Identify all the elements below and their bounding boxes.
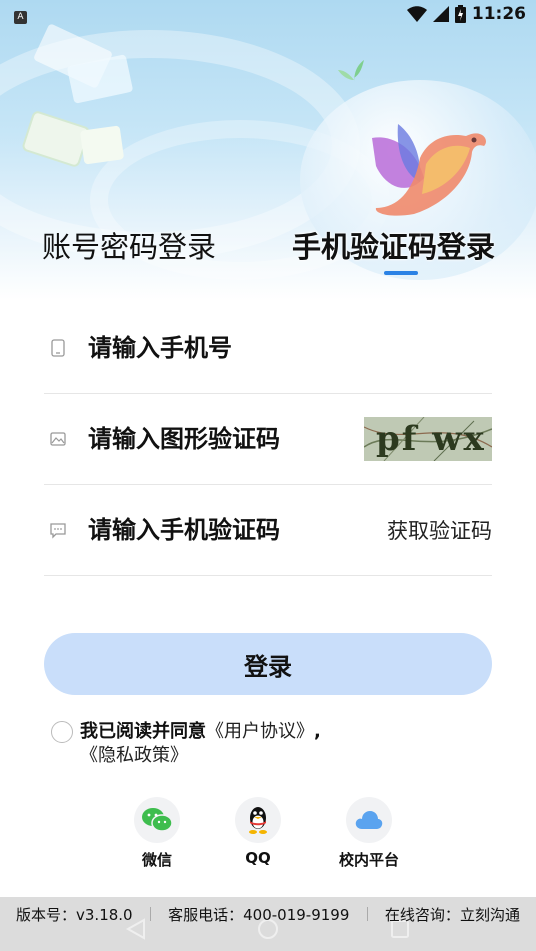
tab-phone-login[interactable]: 手机验证码登录 — [292, 224, 495, 266]
wechat-label: 微信 — [141, 851, 172, 869]
agreement-text: 我已阅读并同意《用户协议》, 《隐私政策》 — [80, 720, 420, 768]
signal-icon — [432, 6, 449, 22]
get-code-button[interactable]: 获取验证码 — [387, 515, 492, 545]
wechat-login-button[interactable]: 微信 — [117, 797, 197, 870]
campus-platform-login-button[interactable]: 校内平台 — [329, 797, 409, 870]
footer-divider — [149, 907, 151, 921]
captcha-input[interactable] — [88, 420, 378, 457]
phone-row — [44, 302, 492, 394]
footer: 版本号：v3.18.0 客服电话：400-019-9199 在线咨询：立刻沟通 — [0, 897, 536, 951]
qq-label: QQ — [245, 849, 271, 867]
consult-link[interactable]: 立刻沟通 — [460, 906, 520, 924]
tab-active-indicator — [384, 271, 418, 275]
sms-row: 获取验证码 — [44, 484, 492, 576]
phone-icon — [51, 338, 65, 357]
cloud-icon — [355, 811, 383, 829]
agreement-checkbox[interactable] — [51, 721, 73, 743]
captcha-text: pf wx — [376, 418, 486, 459]
agreement-separator: , — [314, 721, 321, 742]
captcha-row: pf wx — [44, 393, 492, 485]
service-phone-text[interactable]: 客服电话：400-019-9199 — [168, 904, 349, 925]
agreement-prefix: 我已阅读并同意 — [80, 721, 206, 742]
privacy-policy-link[interactable]: 《隐私政策》 — [80, 745, 188, 766]
sms-code-input[interactable] — [88, 511, 378, 548]
qq-penguin-icon — [249, 807, 267, 834]
login-button[interactable]: 登录 — [44, 633, 492, 695]
bird-logo-icon — [372, 124, 486, 216]
book-illustration — [79, 125, 125, 165]
wifi-icon — [406, 6, 427, 22]
leaf-icon — [338, 60, 364, 84]
battery-icon — [454, 5, 466, 23]
a-badge-icon: A — [14, 11, 27, 24]
status-time: 11:26 — [471, 4, 526, 24]
captcha-image[interactable]: pf wx — [364, 416, 492, 461]
footer-divider — [366, 907, 368, 921]
message-icon — [50, 522, 66, 539]
campus-platform-label: 校内平台 — [338, 851, 399, 869]
wechat-icon — [142, 808, 173, 832]
online-consult: 在线咨询：立刻沟通 — [385, 904, 520, 925]
tab-password-login[interactable]: 账号密码登录 — [42, 224, 216, 266]
qq-login-button[interactable]: QQ — [218, 797, 298, 867]
consult-prefix: 在线咨询： — [384, 905, 460, 924]
footer-info: 版本号：v3.18.0 客服电话：400-019-9199 在线咨询：立刻沟通 — [0, 903, 536, 925]
status-bar: A 11:26 — [0, 0, 536, 28]
version-text: 版本号：v3.18.0 — [16, 905, 133, 924]
phone-input[interactable] — [88, 329, 378, 366]
image-icon — [50, 431, 66, 446]
user-agreement-link[interactable]: 《用户协议》 — [206, 721, 314, 742]
